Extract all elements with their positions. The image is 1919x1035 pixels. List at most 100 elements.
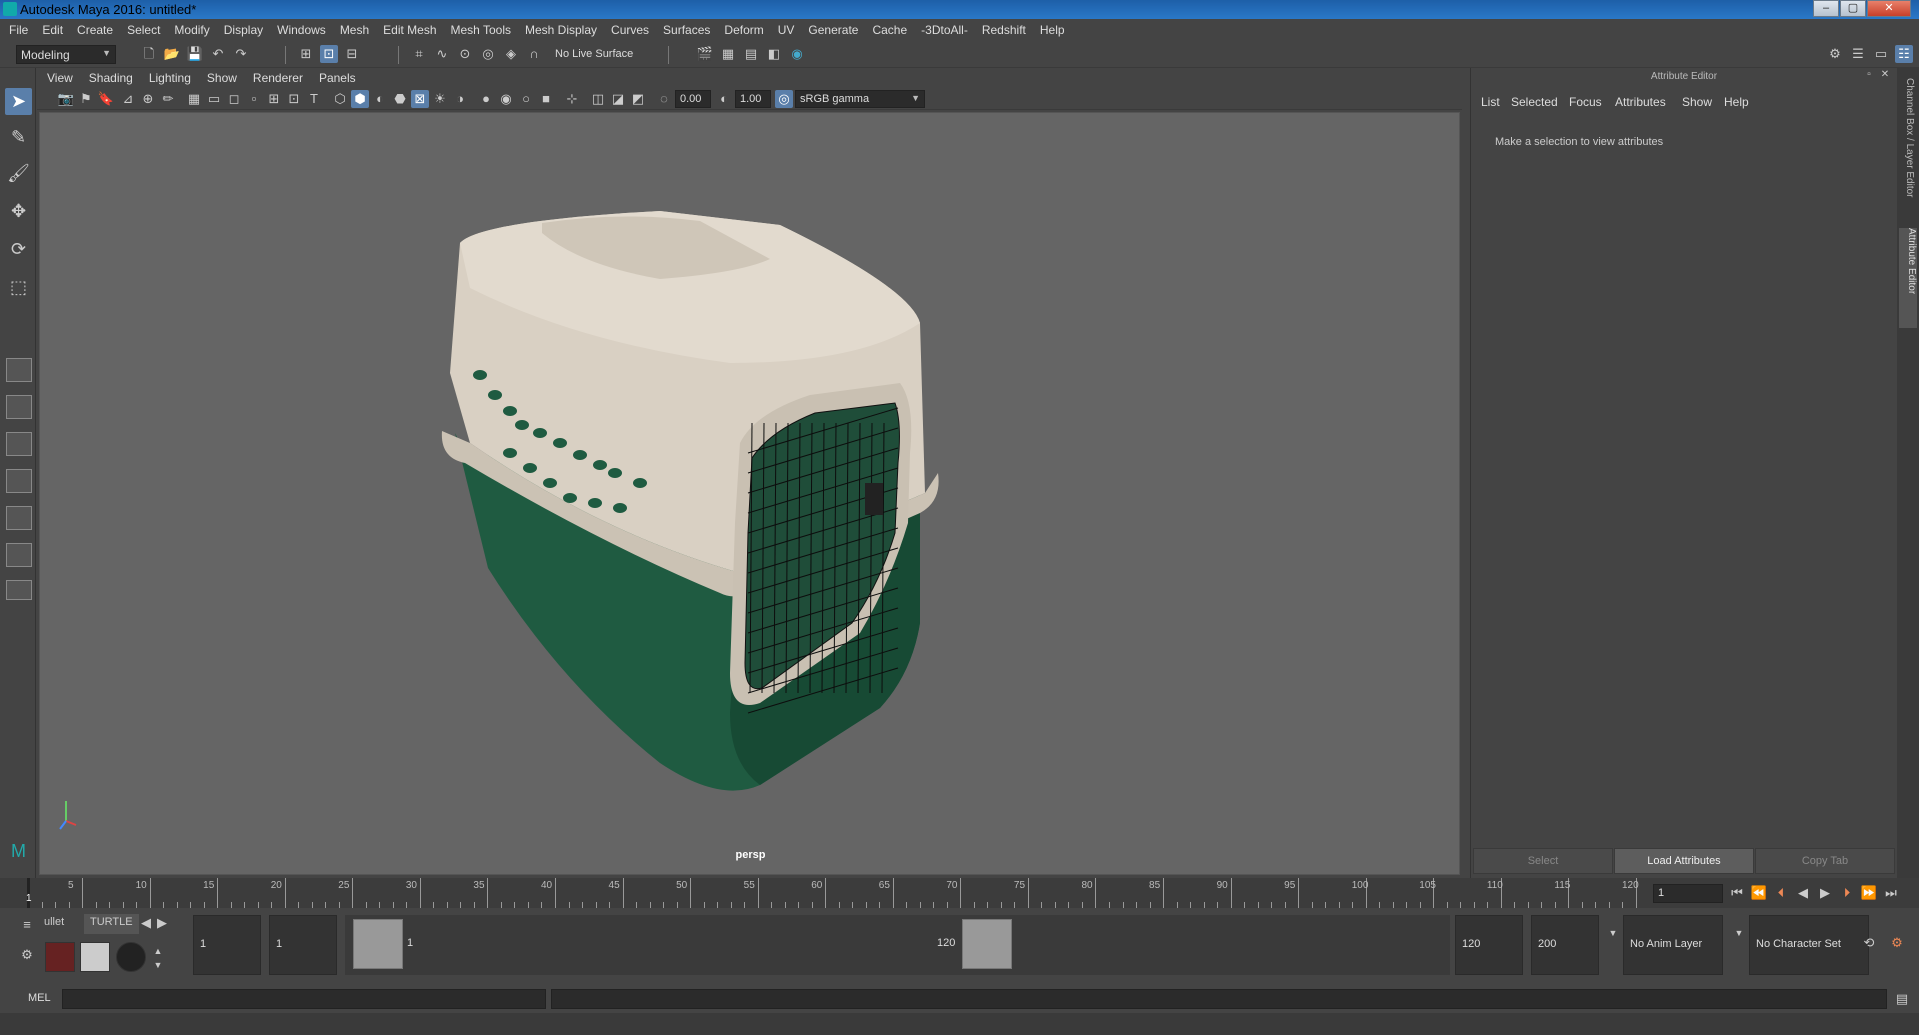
attr-tab-selected[interactable]: Selected xyxy=(1511,95,1558,109)
step-forward-key-icon[interactable]: ⏩ xyxy=(1860,884,1878,902)
xray-icon[interactable]: ◫ xyxy=(589,90,607,108)
select-button[interactable]: Select xyxy=(1473,848,1613,874)
shelf-tab-turtle[interactable]: TURTLE xyxy=(84,914,139,934)
smooth-shade-icon[interactable]: ⬢ xyxy=(351,90,369,108)
menu-mesh-tools[interactable]: Mesh Tools xyxy=(444,19,518,41)
lasso-tool-icon[interactable]: ✎ xyxy=(5,124,32,151)
viewport-menu-panels[interactable]: Panels xyxy=(311,68,364,88)
step-back-key-icon[interactable]: ⏪ xyxy=(1750,884,1768,902)
wireframe-icon[interactable]: ⬡ xyxy=(331,90,349,108)
new-scene-icon[interactable]: 🗋 xyxy=(140,45,158,63)
film-gate-icon[interactable]: ▭ xyxy=(205,90,223,108)
shelf-tab-bullet[interactable]: ullet xyxy=(38,914,70,934)
viewport-menu-shading[interactable]: Shading xyxy=(81,68,141,88)
snap-curve-icon[interactable]: ∿ xyxy=(433,45,451,63)
chevron-down-icon[interactable]: ▼ xyxy=(1604,924,1622,942)
use-default-material-icon[interactable]: ◐ xyxy=(371,90,389,108)
time-slider[interactable]: 5 10 15 20 25 30 35 40 45 50 55 60 65 70 75 80 85 90 95 100… xyxy=(0,878,1919,908)
menu-mesh-display[interactable]: Mesh Display xyxy=(518,19,604,41)
view-transform-dropdown[interactable]: sRGB gamma ▼ xyxy=(795,90,925,108)
script-editor-icon[interactable]: ▤ xyxy=(1893,990,1911,1008)
animation-preferences-icon[interactable]: ⚙ xyxy=(1888,934,1906,952)
menu-create[interactable]: Create xyxy=(70,19,120,41)
render-settings-icon[interactable]: ▤ xyxy=(742,45,760,63)
playback-start-field[interactable]: 1 xyxy=(269,915,337,975)
go-to-start-icon[interactable]: ⏮ xyxy=(1728,884,1746,902)
step-forward-frame-icon[interactable]: ⏵ xyxy=(1838,884,1856,902)
attribute-editor-tab[interactable]: Attribute Editor xyxy=(1899,228,1917,328)
render-frame-icon[interactable]: 🎬 xyxy=(696,45,714,63)
rotate-tool-icon[interactable]: ⟳ xyxy=(5,236,32,263)
menu-mesh[interactable]: Mesh xyxy=(333,19,376,41)
exposure-icon[interactable]: ◌ xyxy=(655,90,673,108)
close-button[interactable]: ✕ xyxy=(1867,0,1911,17)
snap-surface-icon[interactable]: ◈ xyxy=(502,45,520,63)
maximize-button[interactable]: ▢ xyxy=(1840,0,1866,17)
shelf-menu-icon[interactable]: ≡ xyxy=(18,916,36,934)
select-component-icon[interactable]: ⊟ xyxy=(343,45,361,63)
end-time-field[interactable]: 200 xyxy=(1531,915,1599,975)
playback-end-field[interactable]: 120 xyxy=(1455,915,1523,975)
channel-box-toggle-icon[interactable]: ☷ xyxy=(1895,45,1913,63)
textured-icon[interactable]: ⊠ xyxy=(411,90,429,108)
gamma-field[interactable]: 1.00 xyxy=(735,90,771,108)
menu-surfaces[interactable]: Surfaces xyxy=(656,19,717,41)
menu-3dtoall[interactable]: -3DtoAll- xyxy=(914,19,975,41)
four-view-layout-button[interactable] xyxy=(6,395,32,419)
wireframe-on-shaded-icon[interactable]: ⬣ xyxy=(391,90,409,108)
step-back-frame-icon[interactable]: ⏴ xyxy=(1772,884,1790,902)
range-slider-track[interactable]: 1 120 xyxy=(345,915,1450,975)
viewport-menu-lighting[interactable]: Lighting xyxy=(141,68,199,88)
menu-windows[interactable]: Windows xyxy=(270,19,333,41)
go-to-end-icon[interactable]: ⏭ xyxy=(1882,884,1900,902)
redo-icon[interactable]: ↷ xyxy=(232,45,250,63)
range-start-handle[interactable] xyxy=(353,919,403,969)
chevron-down-icon[interactable]: ▼ xyxy=(1730,924,1748,942)
custom-layout-button[interactable] xyxy=(6,580,32,600)
save-scene-icon[interactable]: 💾 xyxy=(186,45,204,63)
modeling-toolkit-icon[interactable]: ⚙ xyxy=(1826,45,1844,63)
menu-curves[interactable]: Curves xyxy=(604,19,656,41)
resolution-gate-icon[interactable]: ◻ xyxy=(225,90,243,108)
field-chart-icon[interactable]: ⊞ xyxy=(265,90,283,108)
range-end-handle[interactable] xyxy=(962,919,1012,969)
persp-outliner-layout-button[interactable] xyxy=(6,432,32,456)
shelf-settings-icon[interactable]: ⚙ xyxy=(18,946,36,964)
menu-select[interactable]: Select xyxy=(120,19,167,41)
safe-title-icon[interactable]: T xyxy=(305,90,323,108)
shelf-scroll-right-icon[interactable]: ▶ xyxy=(156,914,168,932)
fire-shelf-icon[interactable] xyxy=(45,942,75,972)
render-view-icon[interactable]: ◉ xyxy=(788,45,806,63)
isolate-select-icon[interactable]: ⊹ xyxy=(563,90,581,108)
menu-edit[interactable]: Edit xyxy=(35,19,70,41)
viewport-menu-view[interactable]: View xyxy=(37,68,81,88)
snap-magnet-icon[interactable]: ∩ xyxy=(525,45,543,63)
gamma-icon[interactable]: ◐ xyxy=(715,90,733,108)
menu-generate[interactable]: Generate xyxy=(801,19,865,41)
command-language-label[interactable]: MEL xyxy=(28,992,51,1004)
tool-settings-icon[interactable]: ▭ xyxy=(1872,45,1890,63)
grease-pencil-icon[interactable]: ✏ xyxy=(159,90,177,108)
anti-aliasing-icon[interactable]: ○ xyxy=(517,90,535,108)
load-attributes-button[interactable]: Load Attributes xyxy=(1614,848,1754,874)
shelf-scroll-down-icon[interactable]: ▼ xyxy=(152,956,164,974)
exposure-field[interactable]: 0.00 xyxy=(675,90,711,108)
xray-joints-icon[interactable]: ◪ xyxy=(609,90,627,108)
current-frame-field[interactable]: 1 xyxy=(1653,884,1723,903)
shadows-icon[interactable]: ◑ xyxy=(451,90,469,108)
persp-hypershade-layout-button[interactable] xyxy=(6,506,32,530)
shelf-scroll-left-icon[interactable]: ◀ xyxy=(140,914,152,932)
attr-tab-attributes[interactable]: Attributes xyxy=(1615,95,1666,109)
open-scene-icon[interactable]: 📂 xyxy=(163,45,181,63)
menu-file[interactable]: File xyxy=(0,19,35,41)
menu-display[interactable]: Display xyxy=(217,19,270,41)
screen-space-ao-icon[interactable]: ● xyxy=(477,90,495,108)
copy-tab-button[interactable]: Copy Tab xyxy=(1755,848,1895,874)
snap-point-icon[interactable]: ⊙ xyxy=(456,45,474,63)
use-all-lights-icon[interactable]: ☀ xyxy=(431,90,449,108)
persp-graph-layout-button[interactable] xyxy=(6,469,32,493)
live-surface-field[interactable]: No Live Surface xyxy=(551,46,643,64)
safe-action-icon[interactable]: ⊡ xyxy=(285,90,303,108)
command-input[interactable] xyxy=(62,989,546,1009)
bookmark-icon[interactable]: 🔖 xyxy=(97,90,115,108)
